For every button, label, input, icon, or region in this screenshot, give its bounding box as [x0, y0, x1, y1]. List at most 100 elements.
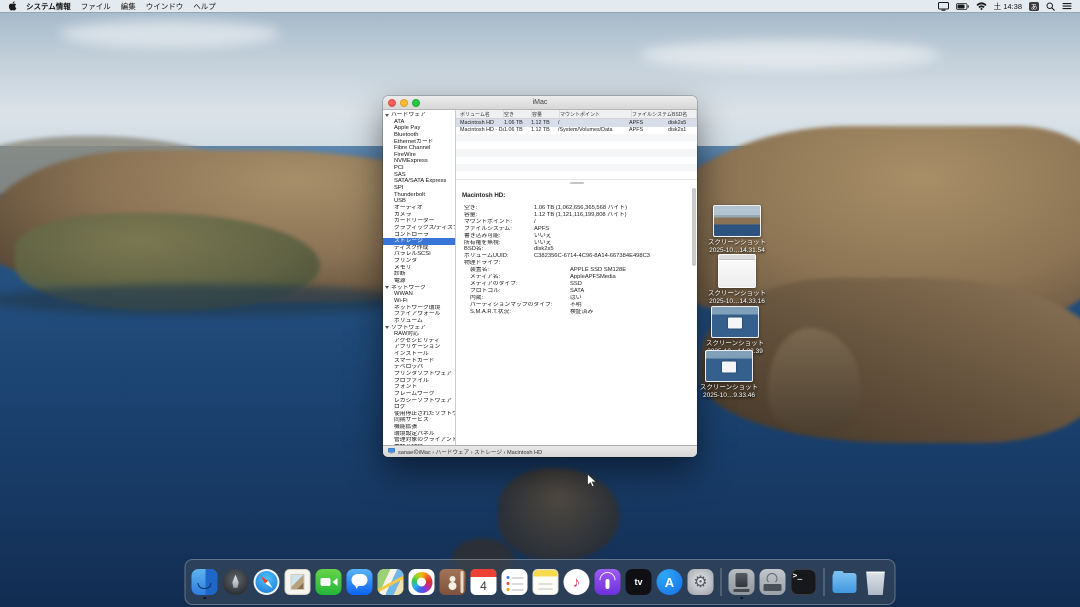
- dock-icon-mail[interactable]: [284, 568, 312, 596]
- battery-icon[interactable]: [956, 3, 969, 10]
- dock-icon-safari[interactable]: [253, 568, 281, 596]
- sidebar-item[interactable]: SAS: [383, 172, 455, 179]
- sidebar-item[interactable]: PCI: [383, 165, 455, 172]
- column-free[interactable]: 空き: [504, 110, 532, 118]
- dock-icon-preferences[interactable]: ⚙: [687, 568, 715, 596]
- desktop-icon-screenshot[interactable]: スクリーンショット 2025-10…14.32.39: [703, 306, 767, 355]
- column-capacity[interactable]: 容量: [532, 110, 560, 118]
- pane-splitter[interactable]: [456, 179, 697, 186]
- sidebar-item[interactable]: Bluetooth: [383, 132, 455, 139]
- sidebar-item[interactable]: スマートカード: [383, 358, 455, 365]
- desktop-icon-screenshot[interactable]: スクリーンショット 2025-10…9.33.46: [697, 350, 761, 399]
- dock-icon-maps[interactable]: [377, 568, 405, 596]
- sidebar-item[interactable]: Fibre Channel: [383, 145, 455, 152]
- sidebar-item[interactable]: オーディオ: [383, 205, 455, 212]
- sidebar-item[interactable]: コントローラ: [383, 232, 455, 239]
- sidebar-item[interactable]: Wi-Fi: [383, 298, 455, 305]
- sidebar-item[interactable]: カードリーダー: [383, 218, 455, 225]
- sidebar-item[interactable]: ソフトウェア: [383, 325, 455, 332]
- sidebar-item[interactable]: WWAN: [383, 291, 455, 298]
- sidebar-item[interactable]: インストール: [383, 351, 455, 358]
- sidebar-item[interactable]: パラレルSCSI: [383, 251, 455, 258]
- minimize-button[interactable]: [400, 99, 408, 107]
- dock-icon-reminders[interactable]: [501, 568, 529, 596]
- sidebar-item[interactable]: ストレージ: [383, 238, 455, 245]
- dock-icon-music[interactable]: ♪: [563, 568, 591, 596]
- zoom-button[interactable]: [412, 99, 420, 107]
- dock-item[interactable]: [721, 568, 722, 596]
- dock-icon-notes[interactable]: [532, 568, 560, 596]
- dock-icon-sysinfo[interactable]: [728, 568, 756, 596]
- sidebar-item[interactable]: 機能拡張: [383, 424, 455, 431]
- sidebar-item[interactable]: ログ: [383, 404, 455, 411]
- sidebar-item[interactable]: Thunderbolt: [383, 192, 455, 199]
- sidebar-item[interactable]: RAW対応: [383, 331, 455, 338]
- dock-icon-contacts[interactable]: [439, 568, 467, 596]
- volume-row[interactable]: Macintosh HD 1.06 TB 1.12 TB / APFS disk…: [456, 119, 697, 127]
- menu-item[interactable]: ウインドウ: [146, 1, 184, 12]
- notification-center-icon[interactable]: [1062, 2, 1072, 10]
- dock-icon-launchpad[interactable]: [222, 568, 250, 596]
- sidebar-item[interactable]: 環境設定パネル: [383, 431, 455, 438]
- menu-bar-clock[interactable]: 土 14:38: [994, 1, 1022, 12]
- sidebar-item[interactable]: ネットワーク: [383, 285, 455, 292]
- dock-icon-finder[interactable]: [191, 568, 219, 596]
- sidebar-item[interactable]: ATA: [383, 119, 455, 126]
- sidebar-item[interactable]: アクセシビリティ: [383, 338, 455, 345]
- sidebar-item[interactable]: ボリューム: [383, 318, 455, 325]
- sidebar-item[interactable]: ネットワーク環境: [383, 305, 455, 312]
- sidebar-item[interactable]: SATA/SATA Express: [383, 178, 455, 185]
- menu-item[interactable]: システム情報: [26, 1, 71, 12]
- disclosure-triangle-icon[interactable]: [385, 286, 389, 289]
- disclosure-triangle-icon[interactable]: [385, 326, 389, 329]
- dock-icon-facetime[interactable]: [315, 568, 343, 596]
- sidebar-item[interactable]: グラフィックス/ディスプレイ: [383, 225, 455, 232]
- close-button[interactable]: [388, 99, 396, 107]
- dock-icon-messages[interactable]: [346, 568, 374, 596]
- column-bsd-name[interactable]: BSD名: [672, 110, 697, 118]
- dock-icon-appstore[interactable]: A: [656, 568, 684, 596]
- sidebar-item[interactable]: メモリ: [383, 265, 455, 272]
- dock-icon-podcasts[interactable]: [594, 568, 622, 596]
- dock-icon-diskutility[interactable]: [759, 568, 787, 596]
- input-source-icon[interactable]: あ: [1029, 2, 1039, 11]
- sidebar-item[interactable]: レガシーソフトウェア: [383, 398, 455, 405]
- menu-item[interactable]: ヘルプ: [193, 1, 216, 12]
- apple-menu-icon[interactable]: [8, 1, 17, 11]
- volume-row[interactable]: Macintosh HD - Data 1.06 TB 1.12 TB /Sys…: [456, 127, 697, 135]
- menu-item[interactable]: ファイル: [81, 1, 111, 12]
- dock-icon-tv[interactable]: tv: [625, 568, 653, 596]
- dock-item[interactable]: [824, 568, 825, 596]
- sidebar-item[interactable]: 同期サービス: [383, 417, 455, 424]
- sidebar-item[interactable]: ディスク作成: [383, 245, 455, 252]
- sidebar-item[interactable]: フォント: [383, 384, 455, 391]
- window-title-bar[interactable]: iMac: [383, 96, 697, 110]
- sidebar-item[interactable]: カメラ: [383, 212, 455, 219]
- sidebar-item[interactable]: SPI: [383, 185, 455, 192]
- sidebar-item[interactable]: 診断: [383, 271, 455, 278]
- sidebar-item[interactable]: ハードウェア: [383, 112, 455, 119]
- desktop-icon-screenshot[interactable]: スクリーンショット 2025-10…14.31.54: [705, 205, 769, 254]
- sidebar-item[interactable]: プロファイル: [383, 378, 455, 385]
- sidebar-item[interactable]: フレームワーク: [383, 391, 455, 398]
- sidebar-item[interactable]: ファイアウォール: [383, 311, 455, 318]
- sidebar-item[interactable]: プリンタソフトウェア: [383, 371, 455, 378]
- sidebar-item[interactable]: 管理対象のクライアント: [383, 437, 455, 444]
- column-volume-name[interactable]: ボリューム名: [456, 110, 504, 118]
- sidebar-item[interactable]: Apple Pay: [383, 125, 455, 132]
- desktop-icon-screenshot[interactable]: スクリーンショット 2025-10…14.33.16: [705, 254, 769, 305]
- wifi-icon[interactable]: [976, 2, 987, 10]
- sidebar-item[interactable]: アプリケーション: [383, 344, 455, 351]
- sidebar-item[interactable]: デベロッパ: [383, 364, 455, 371]
- column-file-system[interactable]: ファイルシステム: [632, 110, 672, 118]
- column-mount-point[interactable]: マウントポイント: [560, 110, 632, 118]
- sidebar-item[interactable]: Ethernetカード: [383, 139, 455, 146]
- sidebar-item[interactable]: 電源: [383, 278, 455, 285]
- screen-mirroring-icon[interactable]: [938, 2, 949, 11]
- dock-icon-photos[interactable]: [408, 568, 436, 596]
- sidebar-item[interactable]: NVMExpress: [383, 158, 455, 165]
- dock-icon-terminal[interactable]: >_: [790, 568, 818, 596]
- disclosure-triangle-icon[interactable]: [385, 114, 389, 117]
- menu-item[interactable]: 編集: [121, 1, 136, 12]
- dock-icon-downloads[interactable]: [831, 568, 859, 596]
